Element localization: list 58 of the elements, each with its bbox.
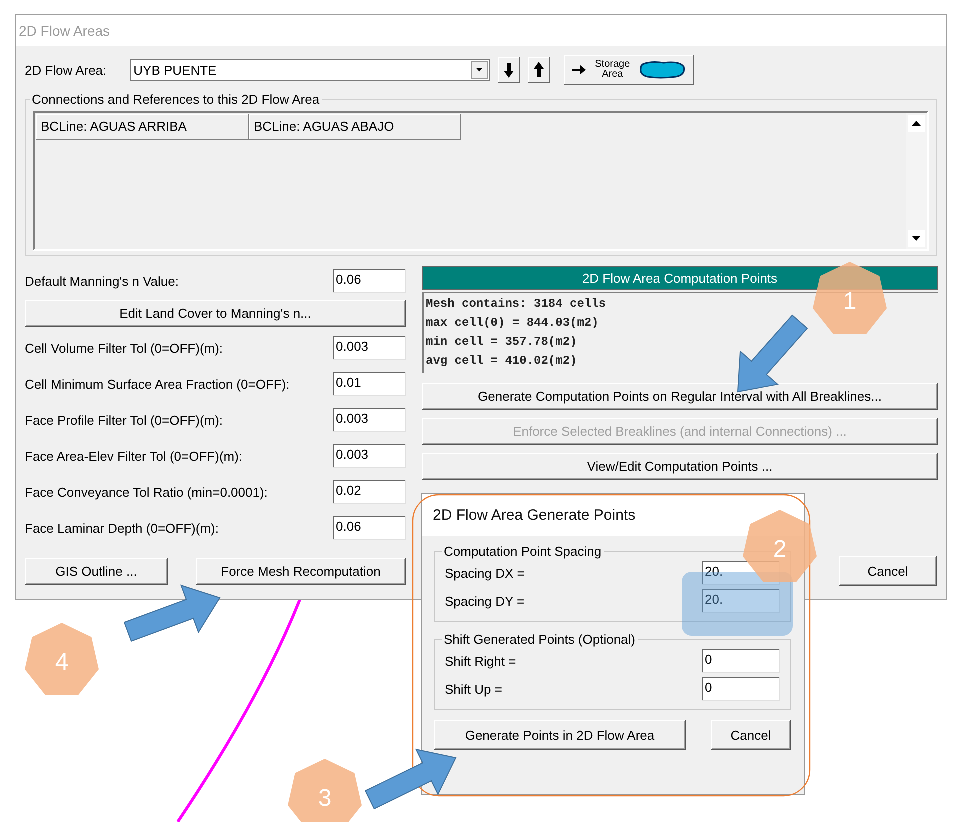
parameter-field[interactable]: 0.06	[333, 516, 406, 540]
callout-badge: 1	[813, 262, 887, 334]
field-label: Spacing DX =	[445, 566, 525, 580]
computation-points-header: 2D Flow Area Computation Points	[422, 266, 938, 290]
parameter-label: Face Area-Elev Filter Tol (0=OFF)(m):	[25, 448, 243, 464]
move-down-button[interactable]	[498, 57, 520, 83]
field-label: Shift Right =	[445, 654, 516, 668]
parameter-label: Face Conveyance Tol Ratio (min=0.0001):	[25, 484, 268, 500]
arrow-down-icon	[504, 62, 514, 78]
caret-icon	[470, 61, 488, 79]
value-field[interactable]: 0	[702, 649, 780, 673]
mesh-info-line: min cell = 357.78(m2)	[426, 334, 578, 351]
parameter-field[interactable]: 0.003	[333, 336, 406, 360]
flow-area-dropdown[interactable]: UYB PUENTE	[130, 59, 490, 81]
group-title: Connections and References to this 2D Flow Area	[31, 92, 321, 107]
storage-area-icon	[640, 61, 686, 79]
field-label: Shift Up =	[445, 682, 502, 696]
dialog-title: 2D Flow Area Generate Points	[433, 506, 636, 524]
group-title: Shift Generated Points (Optional)	[443, 632, 636, 647]
land-cover-button[interactable]: Edit Land Cover to Manning's n...	[25, 300, 406, 326]
generate-points-button[interactable]: Generate Points in 2D Flow Area	[434, 720, 686, 750]
callout-badge: 4	[25, 623, 99, 696]
mesh-info-line: avg cell = 410.02(m2)	[426, 353, 578, 370]
parameter-label: Default Manning's n Value:	[25, 274, 180, 288]
arrow-up-icon	[534, 62, 544, 78]
window-title: 2D Flow Areas	[19, 22, 110, 38]
callout-badge: 2	[743, 510, 817, 582]
gis-outline-button[interactable]: GIS Outline ...	[25, 558, 168, 584]
mesh-info-line: Mesh contains: 3184 cells	[426, 296, 606, 313]
parameter-field[interactable]: 0.02	[333, 480, 406, 504]
group-title: Computation Point Spacing	[443, 544, 603, 559]
parameter-field[interactable]: 0.003	[333, 408, 406, 432]
storage-area-button[interactable]: Storage Area	[564, 55, 694, 85]
value-field[interactable]: 20.	[702, 589, 780, 613]
scroll-down-icon[interactable]	[908, 230, 925, 247]
field-label: Spacing DY =	[445, 594, 525, 608]
parameter-label: Face Profile Filter Tol (0=OFF)(m):	[25, 412, 224, 428]
arrow-right-icon	[572, 65, 586, 75]
parameter-field[interactable]: 0.06	[333, 269, 406, 293]
connection-item[interactable]: BCLine: AGUAS ARRIBA	[36, 114, 249, 140]
callout-badge: 3	[288, 759, 362, 822]
parameter-label: Cell Minimum Surface Area Fraction (0=OFF):	[25, 376, 290, 392]
cancel-button[interactable]: Cancel	[839, 556, 937, 586]
parameter-label: Cell Volume Filter Tol (0=OFF)(m):	[25, 340, 224, 356]
parameter-field[interactable]: 0.01	[333, 372, 406, 396]
force-mesh-button[interactable]: Force Mesh Recomputation	[196, 558, 406, 584]
computation-button[interactable]: Generate Computation Points on Regular Interval with All Breaklines...	[422, 383, 938, 410]
dialog-cancel-button[interactable]: Cancel	[711, 720, 791, 750]
scrollbar[interactable]	[906, 113, 927, 249]
parameter-field[interactable]: 0.003	[333, 444, 406, 468]
connection-item[interactable]: BCLine: AGUAS ABAJO	[249, 114, 461, 140]
computation-button[interactable]: View/Edit Computation Points ...	[422, 453, 938, 480]
mesh-info-line: max cell(0) = 844.03(m2)	[426, 315, 599, 332]
parameter-label: Face Laminar Depth (0=OFF)(m):	[25, 520, 219, 536]
flow-area-label: 2D Flow Area:	[25, 62, 107, 78]
value-field[interactable]: 0	[702, 677, 780, 701]
scroll-up-icon[interactable]	[908, 115, 925, 132]
move-up-button[interactable]	[528, 57, 550, 83]
